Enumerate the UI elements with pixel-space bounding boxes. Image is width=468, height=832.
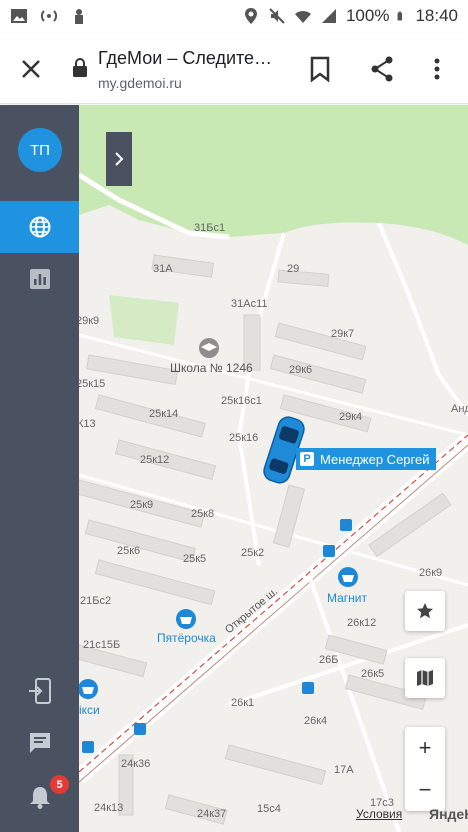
building-label: 25к6: [117, 545, 141, 557]
map-provider-logo: ЯндеКС: [429, 806, 468, 822]
building-label: 25к15: [79, 378, 106, 390]
building-label: 29к4: [339, 411, 363, 423]
location-icon: [244, 8, 257, 24]
close-icon[interactable]: [16, 54, 46, 84]
expand-panel-button[interactable]: [106, 132, 132, 186]
building-label: 26к4: [304, 715, 328, 727]
building-label: 31А: [153, 263, 173, 275]
battery-level: 100%: [345, 6, 390, 25]
building-label: 26к12: [347, 617, 377, 629]
mute-icon: [269, 8, 285, 24]
building-label: 25к16: [229, 432, 259, 444]
status-bar: 100% 18:40: [0, 0, 468, 34]
favorite-button[interactable]: [405, 591, 445, 631]
poi-diksi-label[interactable]: ікси: [79, 703, 100, 717]
map-layers-button[interactable]: [405, 658, 445, 698]
poi-pyaterochka-label[interactable]: Пятёрочка: [157, 631, 216, 645]
robot-icon: [75, 9, 83, 24]
vehicle-label[interactable]: P Менеджер Сергей: [296, 448, 437, 470]
building-label: 31Ас11: [231, 298, 268, 310]
building-label: 29к7: [331, 328, 355, 340]
battery-icon: [398, 11, 403, 21]
zoom-control: + −: [405, 727, 445, 811]
zoom-out-button[interactable]: −: [405, 769, 445, 811]
building-label: 25к14: [149, 408, 179, 420]
page-title: ГдеМои – Следите…: [98, 48, 273, 68]
lock-icon: [73, 58, 87, 77]
image-icon: [11, 9, 27, 23]
clock: 18:40: [415, 6, 458, 25]
signal-icon: [321, 9, 336, 23]
building-label: 25к16с1: [221, 395, 262, 407]
logout-button[interactable]: [0, 667, 79, 715]
building-label: Анд: [451, 403, 468, 415]
avatar[interactable]: ТП: [18, 128, 62, 172]
page-url[interactable]: my.gdemoi.ru: [98, 75, 182, 91]
school-label: Школа № 1246: [170, 361, 253, 375]
wireless-icon: [40, 10, 58, 22]
building-label: 17А: [334, 764, 354, 776]
building-label: 26к5: [361, 668, 385, 680]
chat-icon: [29, 733, 50, 753]
map-icon: [417, 670, 433, 686]
globe-icon: [29, 216, 50, 238]
building-label: 29к6: [289, 364, 313, 376]
share-icon[interactable]: [367, 54, 397, 84]
vehicle-name: Менеджер Сергей: [320, 451, 430, 467]
bell-icon: [29, 787, 50, 809]
exit-device-icon: [28, 678, 51, 704]
building-label: 24к13: [94, 802, 124, 814]
poi-magnit-label[interactable]: Магнит: [327, 591, 367, 605]
star-icon: [417, 603, 433, 619]
nav-reports[interactable]: [0, 253, 79, 305]
building-label: 26Б: [319, 654, 339, 666]
building-label: 26к9: [419, 567, 443, 579]
building-label: 25к12: [140, 454, 170, 466]
terms-link[interactable]: Условия: [356, 807, 402, 821]
building-label: 25к2: [241, 547, 265, 559]
building-label: 21с15Б: [83, 639, 121, 651]
building-label: 25к5: [183, 553, 207, 565]
building-label: К13: [79, 418, 96, 430]
building-label: 31Бс1: [194, 222, 226, 234]
building-label: 24к37: [197, 808, 227, 820]
bar-chart-icon: [29, 269, 50, 289]
map-view[interactable]: 31Бс1 31А 29 31Ас11 29к9 29к7 29к6 25к15…: [79, 105, 468, 832]
building-label: 24к36: [121, 758, 151, 770]
building-label: 21Бс2: [80, 595, 112, 607]
zoom-in-button[interactable]: +: [405, 727, 445, 769]
wifi-icon: [294, 10, 311, 23]
nav-map[interactable]: [0, 201, 79, 253]
notification-badge: 5: [50, 775, 69, 794]
building-label: 25к8: [191, 508, 215, 520]
building-label: 26к1: [231, 697, 255, 709]
building-label: 25к9: [130, 499, 154, 511]
building-label: 15с4: [257, 803, 281, 815]
bookmark-icon[interactable]: [306, 54, 334, 84]
building-label: 29: [287, 263, 300, 275]
browser-toolbar: ГдеМои – Следите… my.gdemoi.ru: [0, 34, 468, 104]
chevron-right-icon: [115, 152, 124, 166]
chat-button[interactable]: [0, 719, 79, 767]
parking-badge: P: [300, 452, 314, 466]
sidebar: ТП 5: [0, 105, 79, 832]
building-label: 29к9: [79, 315, 100, 327]
more-menu-icon[interactable]: [425, 54, 449, 84]
